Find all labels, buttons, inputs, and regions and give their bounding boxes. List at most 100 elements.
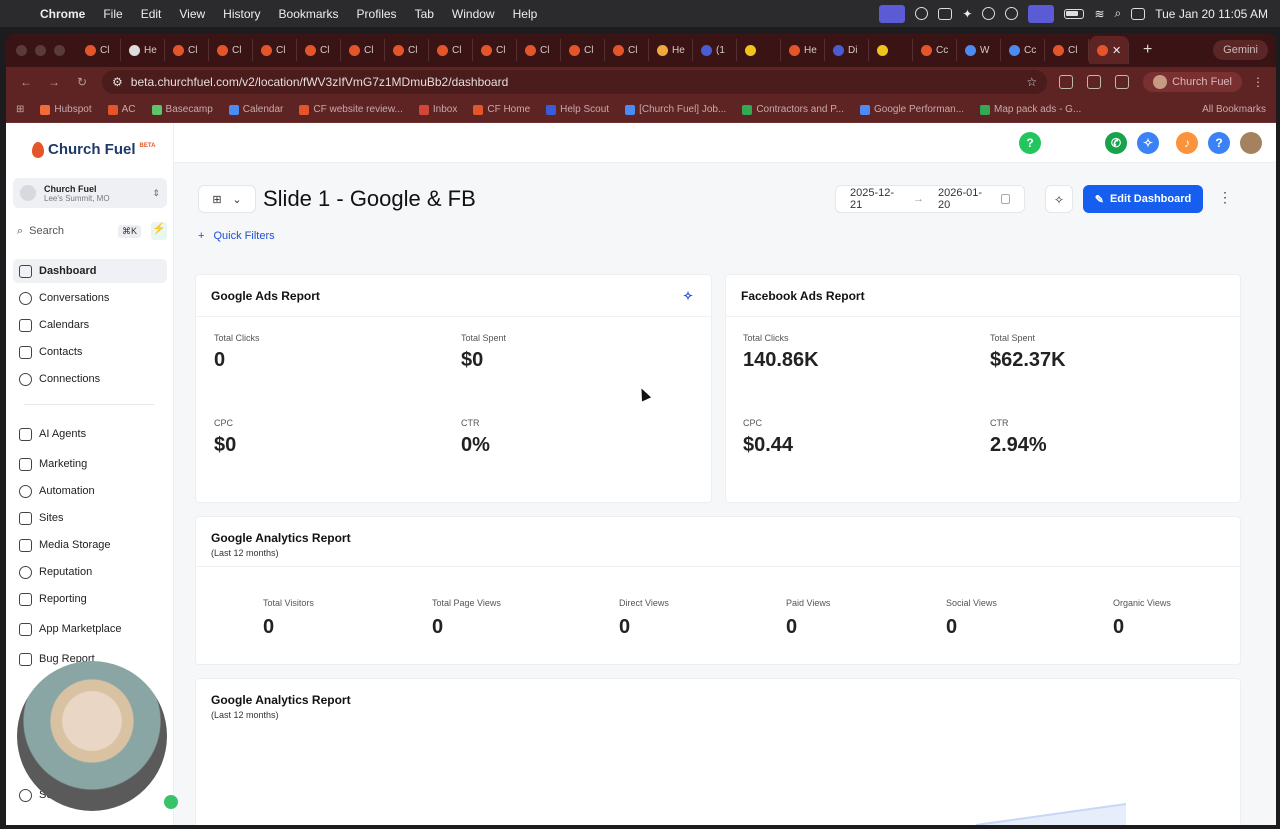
sparkle-icon[interactable]: ✦ [962,7,972,21]
bookmark-item[interactable]: Google Performan... [859,104,964,115]
bookmark-item[interactable]: CF website review... [299,104,403,115]
sidebar-item-reputation[interactable]: Reputation [13,560,167,584]
browser-tab[interactable]: Cl [561,39,605,61]
browser-tab[interactable]: Cl [341,39,385,61]
menu-view[interactable]: View [179,7,205,21]
site-info-icon[interactable]: ⚙ [112,75,123,89]
ai-magic-button[interactable]: ✧ [1045,185,1073,213]
sidebar-item-media-storage[interactable]: Media Storage [13,533,167,557]
screen-share-icon[interactable] [879,4,906,23]
status-app-icon-2[interactable] [938,7,953,20]
sidebar-item-ai-agents[interactable]: AI Agents [13,422,167,446]
extensions-icon[interactable] [1059,75,1074,89]
browser-tab[interactable]: Cl [209,39,253,61]
browser-tab[interactable]: Cl [1045,39,1089,61]
church-fuel-logo[interactable]: Church Fuel BETA [32,141,155,158]
menu-profiles[interactable]: Profiles [357,7,397,21]
menu-window[interactable]: Window [452,7,495,21]
browser-tab[interactable]: Cl [385,39,429,61]
gemini-button[interactable]: Gemini [1213,40,1268,60]
new-tab-icon[interactable]: + [1143,41,1152,59]
browser-tab[interactable]: Cl [297,39,341,61]
minimize-window-icon[interactable] [35,44,46,56]
battery-icon[interactable] [1064,8,1085,19]
browser-tab[interactable] [737,39,781,61]
play-status-icon[interactable] [1005,7,1019,20]
browser-tab[interactable]: He [121,39,165,61]
browser-tab[interactable] [869,39,913,61]
sidebar-item-contacts[interactable]: Contacts [13,340,167,364]
browser-tab[interactable]: Cl [473,39,517,61]
browser-tab[interactable]: Cl [605,39,649,61]
back-icon[interactable]: ← [18,75,34,89]
bookmark-item[interactable]: AC [107,104,136,115]
apps-grid-icon[interactable]: ⊞ [16,104,24,115]
url-text[interactable]: beta.churchfuel.com/v2/location/fWV3zIfV… [131,75,509,89]
spotlight-search-icon[interactable]: ⌕ [1115,6,1122,21]
bookmark-item[interactable]: Hubspot [40,104,92,115]
menu-file[interactable]: File [103,7,122,21]
close-window-icon[interactable] [16,44,27,56]
chrome-menu-icon[interactable]: ⋮ [1252,75,1264,89]
quick-action-bolt-icon[interactable]: ⚡ [151,222,167,240]
sidebar-item-marketing[interactable]: Marketing [13,452,167,476]
bookmark-item[interactable]: CF Home [473,104,530,115]
browser-tab[interactable]: Di [825,39,869,61]
more-options-icon[interactable]: ⋮ [1218,189,1232,206]
bookmark-item[interactable]: Basecamp [151,104,213,115]
bookmark-item[interactable]: Inbox [418,104,457,115]
reading-list-icon[interactable] [1115,75,1130,89]
forward-icon[interactable]: → [46,75,62,89]
menu-history[interactable]: History [223,7,260,21]
user-avatar[interactable] [1240,132,1262,154]
all-bookmarks-button[interactable]: All Bookmarks [1202,104,1266,115]
browser-tab[interactable]: Cc [913,39,957,61]
active-tab[interactable]: ✕ [1089,36,1129,64]
sidebar-search[interactable]: ⌕ Search ⌘K [13,220,145,242]
browser-tab[interactable]: Cl [517,39,561,61]
sidebar-item-sites[interactable]: Sites [13,506,167,530]
webcam-toggle-icon[interactable] [164,795,178,809]
menu-tab[interactable]: Tab [415,7,434,21]
phone-icon[interactable]: ✆ [1105,132,1127,154]
reload-icon[interactable]: ↻ [74,75,90,89]
browser-tab[interactable]: Cl [253,39,297,61]
sidebar-item-calendars[interactable]: Calendars [13,313,167,337]
sidebar-item-conversations[interactable]: Conversations [13,286,167,310]
bookmark-item[interactable]: Help Scout [546,104,609,115]
menu-edit[interactable]: Edit [141,7,162,21]
browser-tab[interactable]: Cl [77,39,121,61]
menu-bookmarks[interactable]: Bookmarks [279,7,339,21]
zoom-window-icon[interactable] [54,44,65,56]
help-question-icon[interactable]: ? [1019,132,1041,154]
bookmark-item[interactable]: Map pack ads - G... [980,104,1081,115]
browser-tab[interactable]: W [957,39,1001,61]
date-range-picker[interactable]: 2025-12-21 → 2026-01-20 [835,185,1025,213]
bell-icon[interactable]: ♪ [1176,132,1198,154]
browser-tab[interactable]: He [781,39,825,61]
sidebar-item-app-marketplace[interactable]: App Marketplace [13,617,167,641]
browser-tab[interactable]: He [649,39,693,61]
settings-status-icon[interactable] [982,7,996,20]
quick-filters-button[interactable]: + Quick Filters [198,230,275,242]
wifi-icon[interactable]: ≋ [1094,7,1104,21]
sidebar-item-reporting[interactable]: Reporting [13,587,167,611]
status-app-icon[interactable] [915,7,929,20]
bookmark-item[interactable]: Contractors and P... [742,104,844,115]
sidebar-item-connections[interactable]: Connections [13,367,167,391]
sidebar-item-dashboard[interactable]: Dashboard [13,259,167,283]
account-switcher[interactable]: Church Fuel Lee's Summit, MO ⇕ [13,178,167,208]
clock[interactable]: Tue Jan 20 11:05 AM [1155,7,1268,21]
profile-button[interactable]: Church Fuel [1143,72,1242,92]
date-start[interactable]: 2025-12-21 [850,187,899,211]
menu-app-chrome[interactable]: Chrome [40,7,85,21]
edit-dashboard-button[interactable]: ✎ Edit Dashboard [1083,185,1203,213]
menu-help[interactable]: Help [513,7,538,21]
ai-insight-icon[interactable]: ✧ [683,289,693,303]
dashboard-switcher[interactable]: ⊞ ⌄ [198,185,256,213]
control-center-icon[interactable] [1131,7,1146,20]
browser-tab[interactable]: Cl [429,39,473,61]
browser-tab[interactable]: Cl [165,39,209,61]
address-bar[interactable]: ⚙ beta.churchfuel.com/v2/location/fWV3zI… [102,70,1048,94]
window-status-icon[interactable] [1028,4,1055,23]
